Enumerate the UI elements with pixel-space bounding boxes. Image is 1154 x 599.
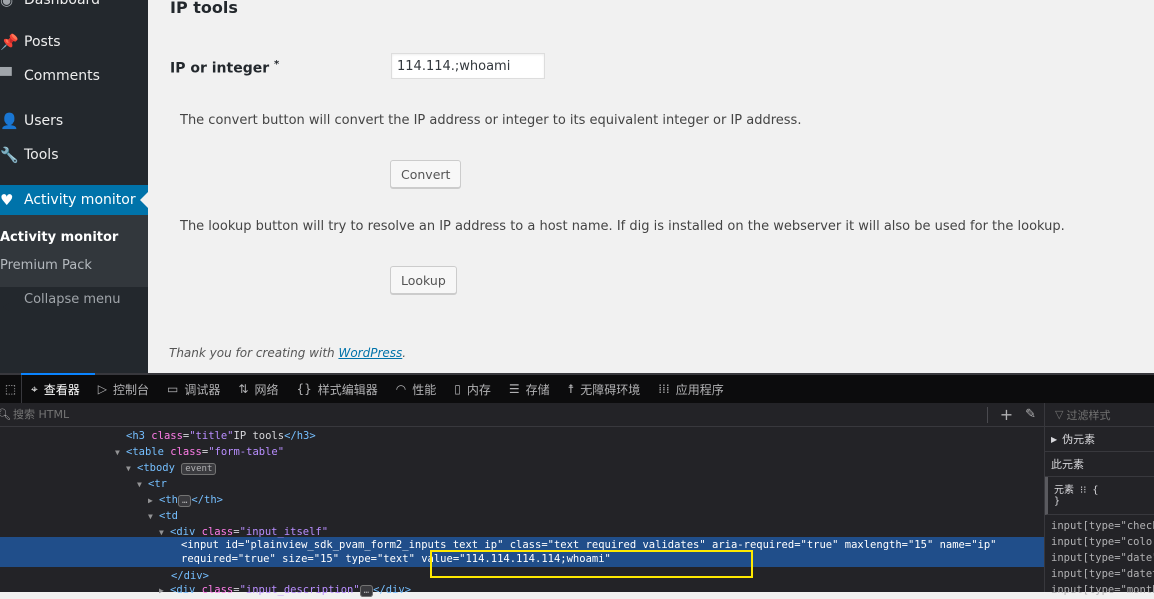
tab-accessibility[interactable]: ☨ 无障碍环境 — [559, 375, 650, 403]
separator — [986, 406, 988, 423]
collapse-menu-button[interactable]: Collapse menu — [0, 292, 121, 307]
collapse-triangle-icon: ▶ — [148, 496, 153, 505]
element-picker-button[interactable]: ⬚ — [0, 375, 22, 403]
filter-styles-input[interactable]: ▽ 过滤样式 — [1045, 403, 1154, 427]
eyedropper-icon[interactable]: ✎ — [1025, 407, 1036, 422]
tree-node-th[interactable]: ▶ <th… </th> — [148, 492, 223, 508]
active-indicator-arrow — [140, 192, 148, 208]
tab-style-editor[interactable]: {} 样式编辑器 — [287, 375, 386, 403]
rules-panel: ▽ 过滤样式 ▶ 伪元素 此元素 元素 ⁝⁝ { } input[type="c… — [1044, 403, 1154, 596]
sidebar-item-dashboard[interactable]: ◉ Dashboard — [0, 0, 148, 17]
add-node-button[interactable]: + — [1000, 405, 1013, 424]
expand-triangle-icon: ▼ — [148, 512, 153, 521]
pin-icon: 📌 — [0, 33, 19, 51]
inspector-icon: ⌖ — [31, 381, 38, 396]
convert-description: The convert button will convert the IP a… — [180, 113, 802, 128]
sidebar-item-tools[interactable]: 🔧 Tools — [0, 138, 148, 172]
search-icon: 🔍︎ — [0, 408, 11, 421]
lookup-description: The lookup button will try to resolve an… — [180, 219, 1065, 234]
sidebar-item-users[interactable]: 👤 Users — [0, 104, 148, 138]
network-icon: ⇅ — [238, 382, 249, 396]
collapse-triangle-icon: ▶ — [159, 586, 164, 595]
lookup-button[interactable]: Lookup — [390, 266, 457, 294]
user-icon: 👤 — [0, 112, 19, 130]
rule-selector[interactable]: input[type="datetime"] — [1045, 566, 1154, 582]
devtools-toolbar: ⬚ ⌖ 查看器 ▷ 控制台 ▭ 调试器 ⇅ 网络 {} 样式编辑器 ◠ 性能 ▯ 内存 ☰ 存储… — [0, 373, 1154, 403]
html-search-input[interactable] — [12, 408, 913, 421]
debugger-icon: ▭ — [167, 382, 179, 396]
annotation-highlight-box — [430, 550, 753, 578]
accessibility-icon: ☨ — [567, 382, 575, 396]
collapse-triangle-icon: ▶ — [1051, 434, 1058, 444]
tab-network[interactable]: ⇅ 网络 — [229, 375, 287, 403]
storage-icon: ☰ — [508, 382, 520, 396]
pseudo-elements-toggle[interactable]: ▶ 伪元素 — [1045, 427, 1154, 452]
tree-node-div-input-itself[interactable]: ▼ <div class="input_itself" — [159, 524, 328, 540]
tree-node-h3[interactable]: <h3 class="title"IP tools</h3> — [126, 428, 316, 444]
rule-selector[interactable]: input[type="color"] — [1045, 534, 1154, 550]
event-badge[interactable]: event — [181, 463, 217, 475]
ip-field-label: IP or integer * — [170, 59, 280, 77]
tab-storage[interactable]: ☰ 存储 — [500, 375, 559, 403]
tab-application[interactable]: ⁞⁞⁞ 应用程序 — [649, 375, 732, 403]
filter-icon: ▽ — [1055, 408, 1064, 421]
sidebar-item-comments[interactable]: ▀ Comments — [0, 59, 148, 93]
footer-text: Thank you for creating with WordPress. — [169, 346, 407, 360]
html-search-bar: 🔍︎ + ✎ — [0, 403, 1044, 427]
submenu-item-activity-monitor[interactable]: Activity monitor — [0, 230, 118, 245]
tree-node-table[interactable]: ▼ <table class="form-table" — [115, 444, 284, 460]
comment-icon: ▀ — [0, 67, 12, 85]
tree-node-tr[interactable]: ▼ <tr — [137, 476, 167, 492]
application-icon: ⁞⁞⁞ — [658, 382, 670, 396]
ip-input[interactable] — [391, 53, 545, 79]
console-icon: ▷ — [97, 382, 108, 396]
sidebar-item-activity-monitor[interactable]: ♥ Activity monitor — [0, 185, 148, 215]
tab-debugger[interactable]: ▭ 调试器 — [158, 375, 229, 403]
tab-console[interactable]: ▷ 控制台 — [89, 375, 158, 403]
devtools-panel: ⬚ ⌖ 查看器 ▷ 控制台 ▭ 调试器 ⇅ 网络 {} 样式编辑器 ◠ 性能 ▯ 内存 ☰ 存储… — [0, 373, 1154, 597]
dashboard-icon: ◉ — [0, 0, 14, 9]
submenu-item-premium-pack[interactable]: Premium Pack — [0, 258, 92, 273]
rule-selector[interactable]: input[type="checkbox"] — [1045, 518, 1154, 534]
ellipsis-badge: … — [177, 495, 192, 507]
convert-button[interactable]: Convert — [390, 160, 462, 188]
performance-icon: ◠ — [395, 382, 407, 396]
tree-node-tbody[interactable]: ▼ <tbody event — [126, 460, 217, 476]
this-element-header: 此元素 — [1045, 452, 1154, 477]
expand-triangle-icon: ▼ — [159, 528, 164, 537]
wordpress-link[interactable]: WordPress — [338, 346, 402, 360]
page-title: IP tools — [170, 0, 238, 17]
sidebar-item-posts[interactable]: 📌 Posts — [0, 25, 148, 59]
tab-memory[interactable]: ▯ 内存 — [445, 375, 500, 403]
submenu: Activity monitor Premium Pack — [0, 215, 148, 287]
tree-node-input-description[interactable]: ▶ <div class="input_description"… </div> — [159, 582, 411, 598]
tab-performance[interactable]: ◠ 性能 — [387, 375, 446, 403]
expand-triangle-icon: ▼ — [126, 464, 131, 473]
rule-selector[interactable]: input[type="date"] — [1045, 550, 1154, 566]
rule-selector[interactable]: input[type="month"] — [1045, 582, 1154, 598]
expand-triangle-icon: ▼ — [115, 448, 120, 457]
expand-triangle-icon: ▼ — [137, 480, 142, 489]
tree-node-td[interactable]: ▼ <td — [148, 508, 178, 524]
element-rule[interactable]: 元素 ⁝⁝ { } — [1045, 477, 1154, 515]
style-editor-icon: {} — [296, 382, 312, 396]
tab-inspector[interactable]: ⌖ 查看器 — [22, 375, 89, 403]
admin-sidebar: ◉ Dashboard 📌 Posts ▀ Comments 👤 Users 🔧… — [0, 0, 148, 373]
element-picker-icon: ⬚ — [4, 382, 17, 396]
active-tab-indicator — [21, 373, 95, 375]
required-marker: * — [274, 59, 280, 70]
main-content: IP tools IP or integer * The convert but… — [148, 0, 1154, 373]
memory-icon: ▯ — [454, 382, 461, 396]
heartbeat-icon: ♥ — [0, 191, 14, 209]
wrench-icon: 🔧 — [0, 146, 19, 164]
